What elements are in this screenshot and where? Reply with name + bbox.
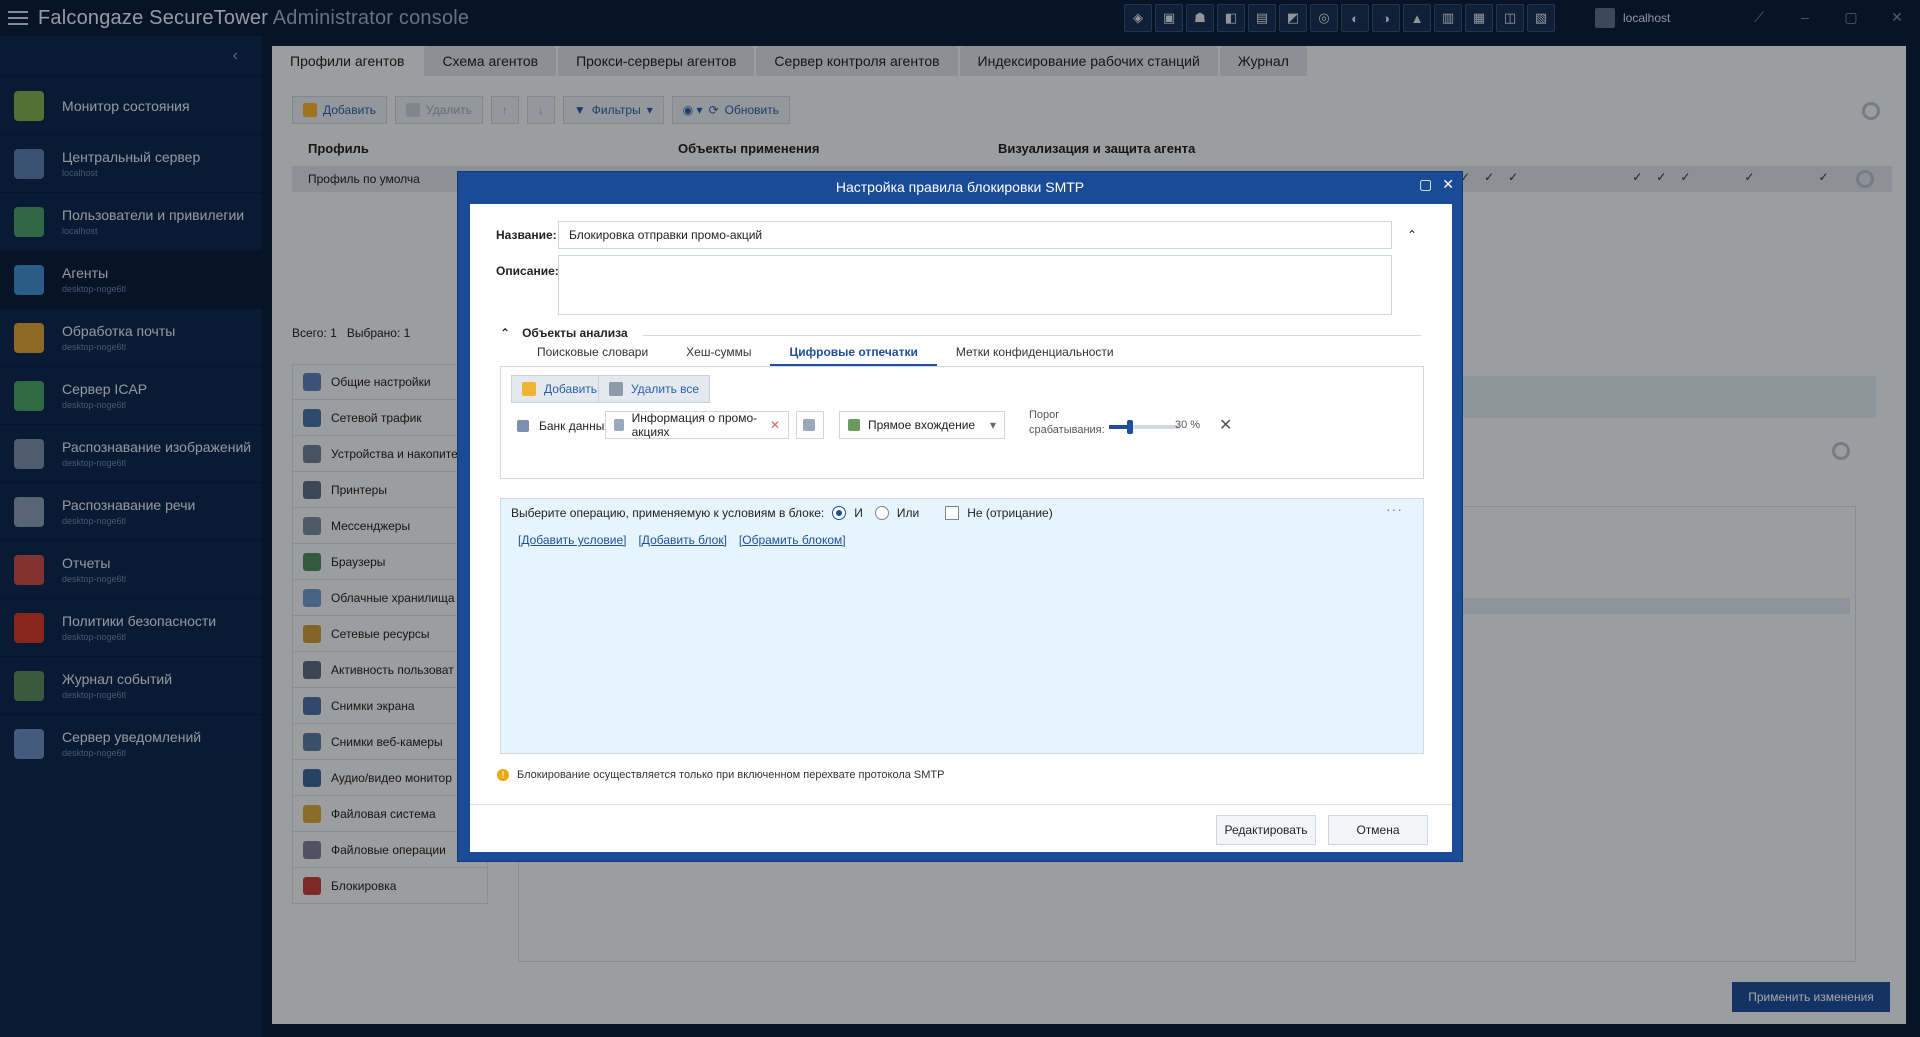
- smtp-rule-dialog: Настройка правила блокировки SMTP ▢ ✕ На…: [457, 171, 1463, 862]
- browse-button[interactable]: [796, 411, 824, 439]
- databank-select[interactable]: Информация о промо-акциях ✕: [605, 411, 789, 439]
- close-icon[interactable]: ✕: [1442, 176, 1454, 193]
- chevron-down-icon: ▾: [989, 418, 996, 432]
- chevron-up-icon: ⌃: [500, 326, 511, 340]
- plus-icon: [522, 382, 536, 396]
- fingerprints-panel: Добавить Удалить все Банк данных Информа…: [500, 366, 1424, 479]
- threshold-label: Порог срабатывания:: [1029, 409, 1105, 436]
- add-label: Добавить: [544, 382, 598, 396]
- slider-thumb[interactable]: [1127, 420, 1133, 434]
- analysis-tab[interactable]: Метки конфиденциальности: [937, 344, 1133, 366]
- description-field[interactable]: [558, 255, 1392, 315]
- delete-all-label: Удалить все: [631, 382, 700, 396]
- dialog-body: Название: Блокировка отправки промо-акци…: [470, 204, 1452, 852]
- match-type-value: Прямое вхождение: [868, 418, 976, 432]
- negation-checkbox[interactable]: [945, 506, 960, 520]
- warning-icon: !: [497, 769, 509, 781]
- delete-all-button[interactable]: Удалить все: [598, 375, 711, 403]
- radio-and-label: И: [854, 506, 863, 520]
- more-icon[interactable]: ···: [1386, 501, 1403, 517]
- add-condition-link[interactable]: [Добавить условие]: [518, 533, 626, 547]
- remove-row-icon[interactable]: ✕: [1219, 415, 1232, 435]
- databank-icon: [517, 420, 529, 432]
- section-header[interactable]: ⌃ Объекты анализа: [500, 326, 628, 340]
- section-title: Объекты анализа: [522, 326, 628, 340]
- fingerprint-row: Банк данных Информация о промо-акциях ✕ …: [513, 409, 1413, 443]
- warning-note: ! Блокирование осуществляется только при…: [497, 769, 945, 781]
- match-type-select[interactable]: Прямое вхождение ▾: [839, 411, 1005, 439]
- radio-and[interactable]: [832, 506, 847, 520]
- radio-or[interactable]: [874, 506, 889, 520]
- add-block-link[interactable]: [Добавить блок]: [638, 533, 726, 547]
- condition-links: [Добавить условие] [Добавить блок] [Обра…: [518, 533, 846, 547]
- cancel-button[interactable]: Отмена: [1328, 815, 1428, 845]
- dialog-title: Настройка правила блокировки SMTP: [835, 179, 1085, 195]
- edit-button[interactable]: Редактировать: [1216, 815, 1316, 845]
- description-label: Описание:: [496, 264, 559, 278]
- chevron-up-icon[interactable]: ⌃: [1407, 228, 1417, 242]
- analysis-tab[interactable]: Цифровые отпечатки: [770, 344, 937, 366]
- clear-icon[interactable]: ✕: [770, 418, 780, 432]
- threshold-value: 30 %: [1175, 419, 1201, 431]
- analysis-tab[interactable]: Поисковые словари: [518, 344, 667, 366]
- analysis-tab[interactable]: Хеш-суммы: [667, 344, 770, 366]
- analysis-tabs: Поисковые словари Хеш-суммы Цифровые отпеч…: [518, 344, 1133, 366]
- wrap-block-link[interactable]: [Обрамить блоком]: [739, 533, 846, 547]
- browse-icon: [803, 419, 815, 431]
- name-label: Название:: [496, 228, 557, 242]
- negation-label: Не (отрицание): [967, 506, 1053, 520]
- add-fingerprint-button[interactable]: Добавить: [511, 375, 609, 403]
- operation-label: Выберите операцию, применяемую к условия…: [511, 506, 825, 520]
- match-icon: [848, 419, 860, 431]
- databank-label: Банк данных: [539, 419, 611, 433]
- conditions-panel: Выберите операцию, применяемую к условия…: [500, 498, 1424, 754]
- name-field[interactable]: Блокировка отправки промо-акций: [558, 221, 1392, 249]
- divider: [470, 804, 1452, 805]
- trash-icon: [609, 382, 623, 396]
- threshold-slider[interactable]: [1109, 420, 1179, 434]
- divider: [643, 335, 1421, 336]
- edit-label: Редактировать: [1224, 823, 1308, 837]
- operation-selector: Выберите операцию, применяемую к условия…: [511, 506, 1053, 520]
- cancel-label: Отмена: [1356, 823, 1400, 837]
- warning-text: Блокирование осуществляется только при в…: [517, 769, 945, 781]
- dialog-controls: ▢ ✕: [1419, 176, 1454, 193]
- name-value: Блокировка отправки промо-акций: [569, 228, 763, 242]
- databank-value: Информация о промо-акциях: [631, 411, 758, 439]
- document-icon: [614, 419, 624, 431]
- radio-or-label: Или: [896, 506, 920, 520]
- maximize-icon[interactable]: ▢: [1419, 176, 1432, 193]
- dialog-title-bar: Настройка правила блокировки SMTP ▢ ✕: [458, 172, 1462, 202]
- databank-label-wrap: Банк данных: [517, 419, 610, 433]
